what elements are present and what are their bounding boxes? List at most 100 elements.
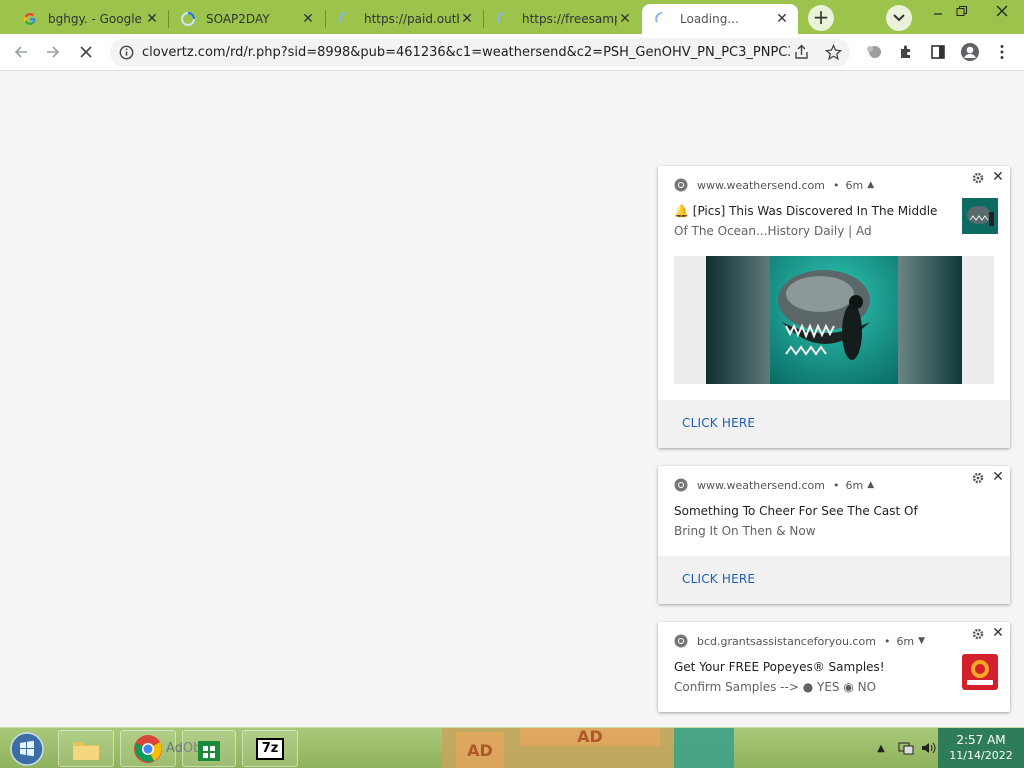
spinner-icon xyxy=(654,11,670,27)
notification-body: Bring It On Then & Now xyxy=(674,524,816,538)
notification-title: Get Your FREE Popeyes® Samples! xyxy=(674,660,885,674)
close-icon[interactable]: ✕ xyxy=(300,11,316,27)
side-panel-icon[interactable] xyxy=(926,40,950,64)
notification-source: bcd.grantsassistanceforyou.com xyxy=(697,634,876,648)
notification-time: 6m xyxy=(845,478,864,492)
notification-source: www.weathersend.com xyxy=(697,178,825,192)
arrow-left-icon xyxy=(14,46,27,58)
notification-body: Confirm Samples --> ● YES ◉ NO xyxy=(674,680,877,694)
notification-title: Something To Cheer For See The Cast Of xyxy=(674,504,918,518)
volume-icon[interactable] xyxy=(920,732,938,764)
chevron-down-icon[interactable]: ▼ xyxy=(918,636,925,646)
notification-time: 6m xyxy=(896,634,915,648)
notification-header: www.weathersend.com • 6m ▲ xyxy=(674,477,874,493)
tab-title: SOAP2DAY xyxy=(206,12,270,26)
clock-time: 2:57 AM xyxy=(956,733,1006,747)
info-icon[interactable] xyxy=(119,45,134,64)
close-icon[interactable]: ✕ xyxy=(774,11,790,27)
restore-icon xyxy=(956,6,967,16)
tab-soap2day[interactable]: SOAP2DAY ✕ xyxy=(168,4,324,34)
share-icon[interactable] xyxy=(793,44,810,65)
store-icon xyxy=(198,740,220,761)
chrome-icon xyxy=(674,178,688,192)
notification-grants[interactable]: bcd.grantsassistanceforyou.com • 6m ▼ ✕ … xyxy=(658,622,1010,712)
stop-button[interactable] xyxy=(74,40,98,64)
close-icon[interactable]: ✕ xyxy=(617,11,633,27)
chrome-icon xyxy=(674,634,688,648)
close-icon[interactable]: ✕ xyxy=(992,626,1004,640)
tab-paid-outb[interactable]: https://paid.outb ✕ xyxy=(326,4,483,34)
show-hidden-icons[interactable]: ▲ xyxy=(874,732,888,764)
spinner-icon xyxy=(496,11,512,27)
tab-title: bghgy. - Google xyxy=(48,12,142,26)
click-here-button[interactable]: CLICK HERE xyxy=(682,572,755,586)
gear-icon[interactable] xyxy=(972,472,984,484)
close-icon[interactable]: ✕ xyxy=(992,170,1004,184)
popeyes-logo-icon xyxy=(962,654,998,690)
folder-icon xyxy=(73,741,99,760)
extensions-puzzle-icon[interactable] xyxy=(894,40,918,64)
tab-search-button[interactable] xyxy=(886,5,912,31)
chrome-icon xyxy=(674,478,688,492)
back-button[interactable] xyxy=(9,40,33,64)
tab-loading[interactable]: Loading... ✕ xyxy=(642,4,798,34)
tab-title: https://freesampl xyxy=(522,12,617,26)
gear-icon[interactable] xyxy=(972,172,984,184)
url-text[interactable]: clovertz.com/rd/r.php?sid=8998&pub=46123… xyxy=(142,45,790,60)
taskbar-store[interactable] xyxy=(182,730,236,767)
clock-date: 11/14/2022 xyxy=(949,749,1013,762)
taskbar-explorer[interactable] xyxy=(58,730,114,767)
profile-avatar-icon[interactable] xyxy=(958,40,982,64)
chevron-down-icon xyxy=(893,14,905,22)
ad-label: AD xyxy=(520,728,660,746)
more-menu-icon[interactable] xyxy=(990,40,1014,64)
chrome-icon xyxy=(134,734,162,763)
spinner-icon xyxy=(180,11,196,27)
click-here-button[interactable]: CLICK HERE xyxy=(682,416,755,430)
star-icon[interactable] xyxy=(824,43,843,65)
browser-toolbar: clovertz.com/rd/r.php?sid=8998&pub=46123… xyxy=(0,34,1024,71)
system-clock[interactable]: 2:57 AM 11/14/2022 xyxy=(938,728,1024,768)
chevron-up-icon[interactable]: ▲ xyxy=(867,480,874,490)
extension-icon[interactable] xyxy=(862,40,886,64)
google-g-icon xyxy=(22,11,38,27)
windows-taskbar: AdObe 7z AD AD ▲ 2:57 AM 11/14/2022 xyxy=(0,727,1024,768)
notification-body: Of The Ocean...History Daily | Ad xyxy=(674,224,872,238)
7zip-icon: 7z xyxy=(256,737,284,760)
tab-title: Loading... xyxy=(680,12,739,26)
notification-actions: CLICK HERE xyxy=(658,556,1010,604)
notification-thumbnail xyxy=(962,198,998,234)
notification-actions: CLICK HERE xyxy=(658,400,1010,448)
arrow-right-icon xyxy=(47,46,60,58)
minimize-icon xyxy=(934,13,942,15)
notification-title: 🔔 [Pics] This Was Discovered In The Midd… xyxy=(674,204,938,218)
close-window-button[interactable] xyxy=(986,0,1018,22)
tab-strip: bghgy. - Google ✕ SOAP2DAY ✕ https://pai… xyxy=(0,0,1024,34)
tab-title: https://paid.outb xyxy=(364,12,459,26)
windows-orb-icon xyxy=(10,731,44,766)
close-icon[interactable]: ✕ xyxy=(992,470,1004,484)
forward-button[interactable] xyxy=(41,40,65,64)
close-icon[interactable]: ✕ xyxy=(144,11,160,27)
ad-graphic-strip: AD AD xyxy=(442,728,734,768)
close-icon[interactable]: ✕ xyxy=(459,11,475,27)
gear-icon[interactable] xyxy=(972,628,984,640)
notification-weathersend-2[interactable]: www.weathersend.com • 6m ▲ ✕ Something T… xyxy=(658,466,1010,604)
notification-header: bcd.grantsassistanceforyou.com • 6m ▼ xyxy=(674,633,925,649)
stop-x-icon xyxy=(80,46,92,58)
notification-weathersend-1[interactable]: www.weathersend.com • 6m ▲ ✕ 🔔 [Pics] Th… xyxy=(658,166,1010,448)
restore-button[interactable] xyxy=(946,0,978,22)
new-tab-button[interactable]: + xyxy=(808,5,834,31)
close-icon xyxy=(996,5,1008,17)
spinner-icon xyxy=(338,11,354,27)
taskbar-7zip[interactable]: 7z xyxy=(242,730,298,767)
tab-google[interactable]: bghgy. - Google ✕ xyxy=(10,4,168,34)
start-button[interactable] xyxy=(6,730,48,767)
notification-image xyxy=(674,256,994,384)
tab-freesampl[interactable]: https://freesampl ✕ xyxy=(484,4,641,34)
address-bar[interactable]: clovertz.com/rd/r.php?sid=8998&pub=46123… xyxy=(110,38,850,67)
notification-time: 6m xyxy=(845,178,864,192)
network-icon[interactable] xyxy=(896,732,916,764)
chevron-up-icon[interactable]: ▲ xyxy=(867,180,874,190)
page-content: www.weathersend.com • 6m ▲ ✕ 🔔 [Pics] Th… xyxy=(0,71,1024,727)
